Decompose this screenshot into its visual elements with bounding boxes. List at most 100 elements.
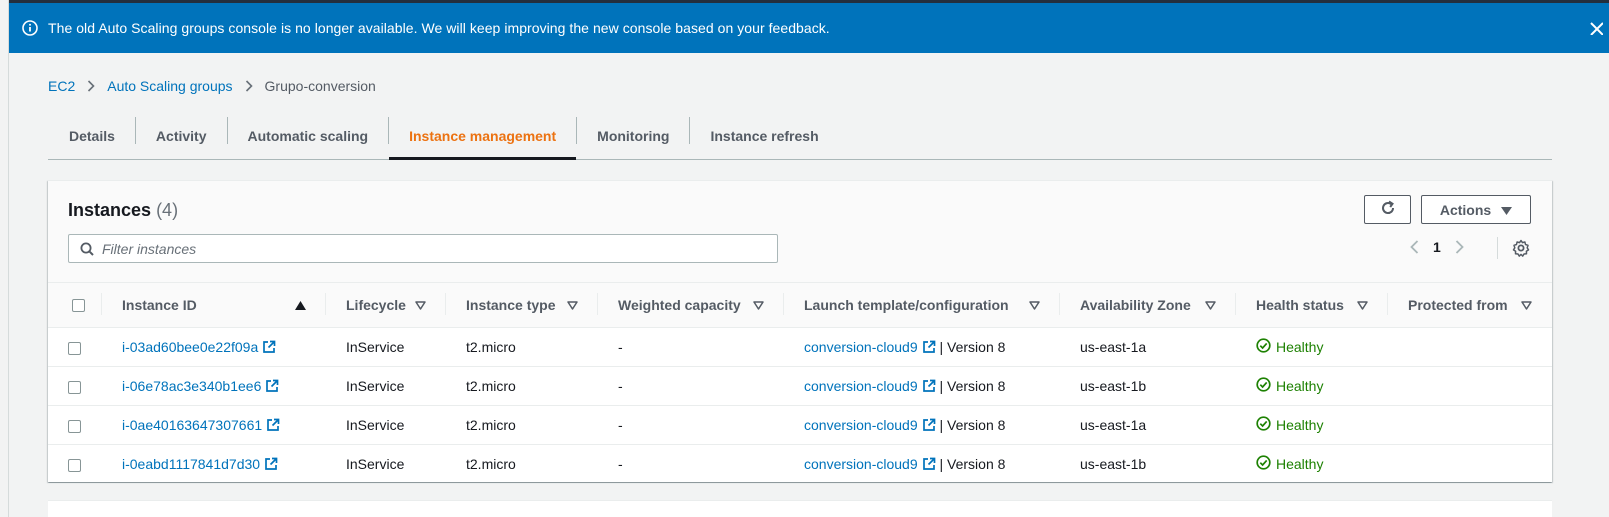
external-link-icon[interactable] [265,379,279,393]
weighted-capacity-cell: - [598,327,784,367]
tab-activity[interactable]: Activity [136,112,227,159]
row-checkbox[interactable] [68,419,81,433]
page-number[interactable]: 1 [1433,239,1441,255]
breadcrumb-ec2[interactable]: EC2 [48,78,75,94]
launch-template-link[interactable]: conversion-cloud9 [804,417,918,433]
template-version: | Version 8 [939,456,1006,472]
banner-message: The old Auto Scaling groups console is n… [48,20,830,36]
row-checkbox[interactable] [68,380,81,394]
instances-title-text: Instances [68,200,152,220]
chevron-left-icon[interactable] [1410,240,1419,254]
row-checkbox[interactable] [68,458,81,472]
info-icon [22,20,38,36]
sort-ascending-icon [295,300,306,310]
close-icon[interactable] [1589,16,1609,40]
weighted-capacity-cell: - [598,444,784,484]
settings-icon[interactable] [1512,239,1530,257]
header-label: Health status [1256,297,1344,313]
check-circle-icon [1256,455,1271,473]
chevron-right-icon [245,80,253,92]
health-status: Healthy [1256,338,1323,356]
external-link-icon[interactable] [262,340,276,354]
header-label: Lifecycle [346,297,406,313]
instance-type-cell: t2.micro [446,366,598,406]
health-status: Healthy [1256,377,1323,395]
template-version: | Version 8 [939,378,1006,394]
breadcrumb: EC2 Auto Scaling groups Grupo-conversion [48,78,376,94]
launch-template-link[interactable]: conversion-cloud9 [804,339,918,355]
search-box[interactable] [68,234,778,263]
tab-automatic-scaling[interactable]: Automatic scaling [228,112,389,159]
next-container-edge [48,500,1552,517]
availability-zone-cell: us-east-1a [1060,327,1236,367]
chevron-right-icon[interactable] [1455,240,1464,254]
header-label: Launch template/configuration [804,297,1009,313]
check-circle-icon [1256,416,1271,434]
caret-down-icon [1501,202,1513,218]
external-link-icon[interactable] [266,418,280,432]
filter-caret-icon [753,300,764,310]
header-label: Instance ID [122,297,197,313]
header-lifecycle[interactable]: Lifecycle [326,283,446,328]
instances-title: Instances (4) [68,200,178,221]
lifecycle-cell: InService [326,327,446,367]
table-row[interactable]: i-06e78ac3e340b1ee6 InService t2.micro -… [48,366,1552,406]
health-status-text: Healthy [1276,339,1324,355]
select-all-checkbox[interactable] [71,298,85,312]
launch-template-link[interactable]: conversion-cloud9 [804,456,918,472]
pager-divider [1497,237,1498,259]
tab-monitoring[interactable]: Monitoring [577,112,689,159]
tab-details[interactable]: Details [48,112,135,159]
table-row[interactable]: i-03ad60bee0e22f09a InService t2.micro -… [48,327,1552,367]
header-launch-template[interactable]: Launch template/configuration [784,283,1060,328]
actions-label: Actions [1439,201,1492,218]
external-link-icon[interactable] [922,457,936,471]
header-label: Weighted capacity [618,297,741,313]
health-status-text: Healthy [1276,378,1324,394]
external-link-icon[interactable] [264,457,278,471]
template-version: | Version 8 [939,417,1006,433]
filter-caret-icon [1029,300,1040,310]
health-status: Healthy [1256,455,1323,473]
availability-zone-cell: us-east-1b [1060,444,1236,484]
search-input[interactable] [102,240,702,257]
launch-template-link[interactable]: conversion-cloud9 [804,378,918,394]
instance-id-link[interactable]: i-0ae40163647307661 [122,417,262,433]
header-availability-zone[interactable]: Availability Zone [1060,283,1236,328]
actions-button[interactable]: Actions [1421,195,1531,224]
header-weighted-capacity[interactable]: Weighted capacity [598,283,784,328]
table-row[interactable]: i-0ae40163647307661 InService t2.micro -… [48,405,1552,445]
availability-zone-cell: us-east-1a [1060,405,1236,445]
header-protected-from[interactable]: Protected from [1388,283,1552,328]
external-link-icon[interactable] [922,340,936,354]
lifecycle-cell: InService [326,405,446,445]
breadcrumb-auto-scaling-groups[interactable]: Auto Scaling groups [107,78,232,94]
header-health-status[interactable]: Health status [1236,283,1388,328]
instance-id-link[interactable]: i-06e78ac3e340b1ee6 [122,378,261,394]
instance-type-cell: t2.micro [446,444,598,484]
header-instance-type[interactable]: Instance type [446,283,598,328]
header-instance-id[interactable]: Instance ID [102,283,326,328]
row-checkbox[interactable] [68,341,81,355]
lifecycle-cell: InService [326,366,446,406]
tab-bar: Details Activity Automatic scaling Insta… [48,112,1552,160]
tab-instance-refresh[interactable]: Instance refresh [690,112,838,159]
table-row[interactable]: i-0eabd1117841d7d30 InService t2.micro -… [48,444,1552,484]
tab-instance-management[interactable]: Instance management [389,112,577,160]
external-link-icon[interactable] [922,379,936,393]
protected-from-cell [1388,327,1552,367]
table-header-row: Instance ID Lifecycle Instance type Weig… [48,283,1552,328]
refresh-button[interactable] [1364,195,1411,224]
template-version: | Version 8 [939,339,1006,355]
instance-id-link[interactable]: i-0eabd1117841d7d30 [122,456,260,472]
search-icon [80,242,94,256]
protected-from-cell [1388,444,1552,484]
side-nav-collapsed[interactable] [0,0,9,517]
weighted-capacity-cell: - [598,366,784,406]
header-label: Instance type [466,297,556,313]
instance-id-link[interactable]: i-03ad60bee0e22f09a [122,339,258,355]
external-link-icon[interactable] [922,418,936,432]
check-circle-icon [1256,377,1271,395]
chevron-right-icon [87,80,95,92]
flash-banner: The old Auto Scaling groups console is n… [9,3,1609,53]
